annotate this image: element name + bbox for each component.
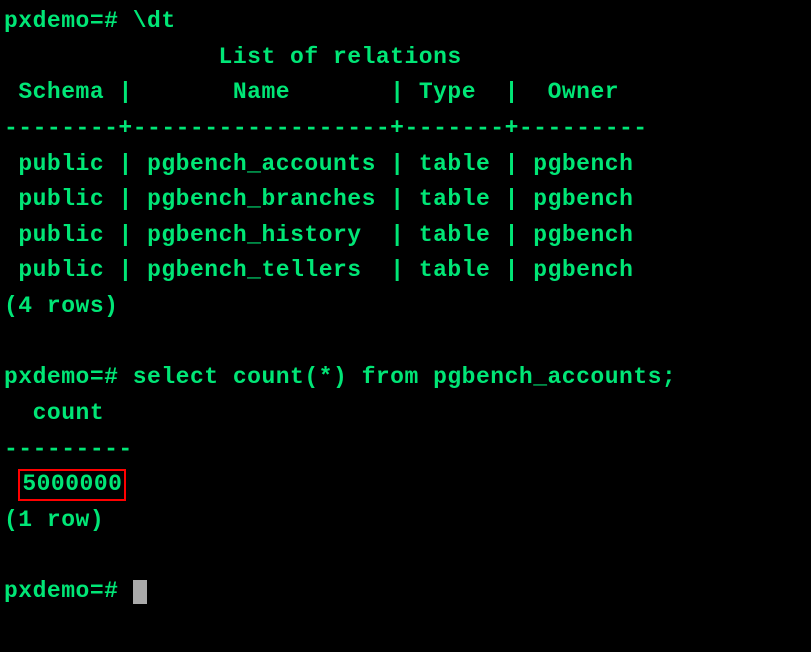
col-name: Name: [233, 79, 290, 105]
table-row: public | pgbench_tellers | table | pgben…: [18, 257, 633, 283]
cursor-icon[interactable]: [133, 580, 147, 604]
col-schema: Schema: [18, 79, 104, 105]
prompt: pxdemo=#: [4, 364, 118, 390]
col-owner: Owner: [548, 79, 620, 105]
table-row: public | pgbench_history | table | pgben…: [18, 222, 633, 248]
row-summary: (1 row): [4, 507, 104, 533]
row-summary: (4 rows): [4, 293, 118, 319]
count-header: count: [33, 400, 105, 426]
table-row: public | pgbench_branches | table | pgbe…: [18, 186, 633, 212]
command-select: select count(*) from pgbench_accounts;: [133, 364, 677, 390]
terminal-output: pxdemo=# \dt List of relations Schema | …: [4, 4, 799, 610]
col-type: Type: [419, 79, 476, 105]
prompt[interactable]: pxdemo=#: [4, 578, 118, 604]
prompt: pxdemo=#: [4, 8, 118, 34]
list-title: List of relations: [219, 44, 462, 70]
command-dt: \dt: [133, 8, 176, 34]
count-value: 5000000: [18, 469, 126, 501]
table-row: public | pgbench_accounts | table | pgbe…: [18, 151, 633, 177]
